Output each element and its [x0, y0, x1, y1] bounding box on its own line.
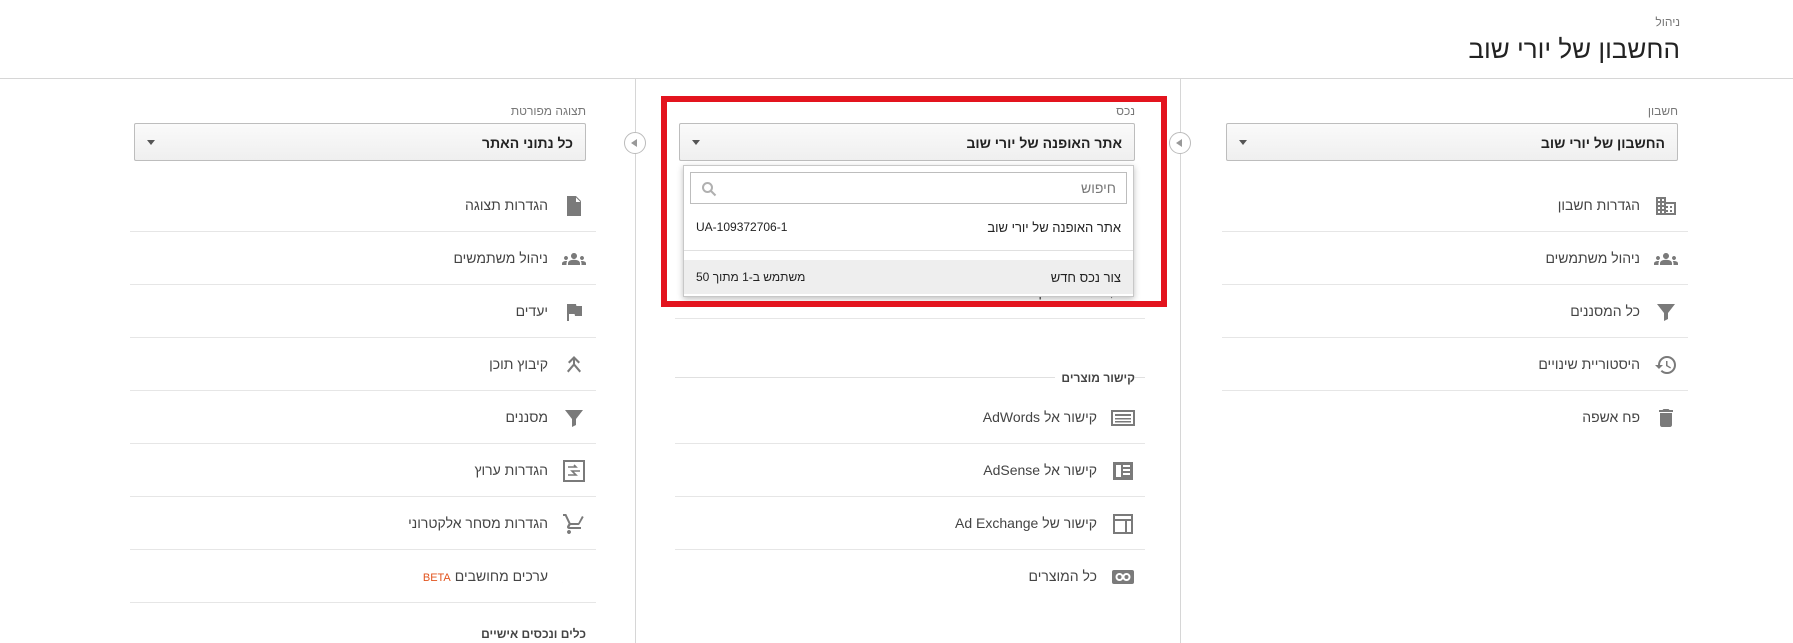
view-settings-item[interactable]: הגדרות תצוגה [130, 179, 596, 232]
users-icon [562, 247, 586, 271]
property-option-id: UA-109372706-1 [696, 220, 788, 234]
ad-exchange-icon [1111, 512, 1135, 536]
chevron-down-icon [1239, 140, 1247, 145]
adsense-icon [1111, 459, 1135, 483]
breadcrumb: ניהול [1655, 15, 1680, 29]
property-label: נכס [1116, 104, 1135, 118]
collapse-property-button[interactable] [624, 132, 646, 154]
personal-tools-heading: כלים ונכסים אישיים [481, 627, 586, 641]
view-filters-item[interactable]: מסננים [130, 391, 596, 444]
view-menu: הגדרות תצוגה ניהול משתמשים יעדים קיבוץ ת… [130, 179, 596, 603]
all-products-icon [1111, 565, 1135, 589]
property-usage-count: משתמש ב-1 מתוך 50 [696, 270, 806, 284]
view-column: תצוגה מפורטת כל נתוני האתר הגדרות תצוגה … [130, 79, 596, 643]
create-property-option[interactable]: צור נכס חדש משתמש ב-1 מתוך 50 [684, 260, 1133, 294]
history-icon [1654, 353, 1678, 377]
account-label: חשבון [1647, 104, 1678, 118]
account-all-filters-item[interactable]: כל המסננים [1222, 285, 1688, 338]
calculated-metrics-item[interactable]: Dd ערכים מחושביםBETA [130, 550, 596, 603]
account-picker[interactable]: החשבון של יורי שוב [1226, 123, 1678, 161]
property-search-input[interactable] [691, 173, 1126, 203]
account-settings-item[interactable]: הגדרות חשבון [1222, 179, 1688, 232]
product-linking-heading: קישור מוצרים [1055, 371, 1135, 385]
column-divider [1180, 79, 1181, 643]
filter-icon [1654, 300, 1678, 324]
users-icon [1654, 247, 1678, 271]
property-option-name: אתר האופנה של יורי שוב [987, 220, 1121, 235]
adsense-link-item[interactable]: קישור אל AdSense [675, 444, 1145, 497]
account-column: חשבון החשבון של יורי שוב הגדרות חשבון ני… [1222, 79, 1688, 643]
filter-icon [562, 406, 586, 430]
create-property-label: צור נכס חדש [1050, 270, 1121, 285]
account-user-management-item[interactable]: ניהול משתמשים [1222, 232, 1688, 285]
view-picker[interactable]: כל נתוני האתר [134, 123, 586, 161]
chevron-down-icon [692, 140, 700, 145]
flag-icon [562, 300, 586, 324]
trash-icon [1654, 406, 1678, 430]
svg-text:Dd: Dd [562, 570, 563, 587]
property-column: נכס אתר האופנה של יורי שוב JS פרטי מעקב … [675, 79, 1145, 643]
property-option[interactable]: אתר האופנה של יורי שוב UA-109372706-1 [684, 210, 1133, 244]
property-search-box [690, 172, 1127, 204]
account-change-history-item[interactable]: היסטוריית שינויים [1222, 338, 1688, 391]
all-products-item[interactable]: כל המוצרים [675, 550, 1145, 603]
property-dropdown: אתר האופנה של יורי שוב UA-109372706-1 צו… [683, 165, 1134, 297]
column-divider [635, 79, 636, 643]
dd-icon: Dd [562, 565, 586, 589]
search-icon [701, 181, 717, 202]
view-picker-value: כל נתוני האתר [482, 135, 573, 151]
chevron-down-icon [147, 140, 155, 145]
channel-settings-item[interactable]: הגדרות ערוץ [130, 444, 596, 497]
property-picker-value: אתר האופנה של יורי שוב [966, 135, 1122, 151]
adwords-link-item[interactable]: קישור אל AdWords [675, 391, 1145, 444]
page-title: החשבון של יורי שוב [1468, 34, 1681, 64]
beta-badge: BETA [422, 572, 451, 584]
dropdown-divider [684, 250, 1133, 251]
ad-exchange-link-item[interactable]: קישור של Ad Exchange [675, 497, 1145, 550]
account-menu: הגדרות חשבון ניהול משתמשים כל המסננים הי… [1222, 179, 1688, 444]
content-grouping-item[interactable]: קיבוץ תוכן [130, 338, 596, 391]
ecommerce-settings-item[interactable]: הגדרות מסחר אלקטרוני [130, 497, 596, 550]
product-linking-menu: קישור אל AdWords קישור אל AdSense קישור … [675, 391, 1145, 603]
channel-settings-icon [562, 459, 586, 483]
property-picker[interactable]: אתר האופנה של יורי שוב [679, 123, 1135, 161]
account-trash-item[interactable]: פח אשפה [1222, 391, 1688, 444]
view-user-management-item[interactable]: ניהול משתמשים [130, 232, 596, 285]
view-label: תצוגה מפורטת [510, 104, 586, 118]
document-icon [562, 194, 586, 218]
goals-item[interactable]: יעדים [130, 285, 596, 338]
collapse-account-button[interactable] [1169, 132, 1191, 154]
building-icon [1654, 194, 1678, 218]
adwords-icon [1111, 406, 1135, 430]
calculated-metrics-label: ערכים מחושבים [454, 568, 548, 584]
cart-icon [562, 512, 586, 536]
account-picker-value: החשבון של יורי שוב [1540, 135, 1665, 151]
content-grouping-icon [562, 353, 586, 377]
page-header: ניהול החשבון של יורי שוב [0, 0, 1793, 79]
